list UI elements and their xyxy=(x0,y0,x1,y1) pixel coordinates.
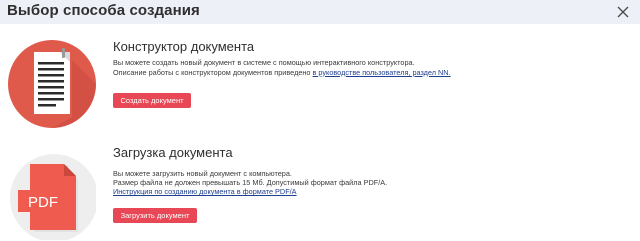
document-icon xyxy=(8,40,96,128)
pdf-label: PDF xyxy=(28,194,58,211)
upload-description: Вы можете загрузить новый документ с ком… xyxy=(113,169,613,197)
constructor-description: Вы можете создать новый документ в систе… xyxy=(113,58,613,77)
constructor-line2: Описание работы с конструктором документ… xyxy=(113,68,613,78)
constructor-line1: Вы можете создать новый документ в систе… xyxy=(113,58,415,67)
user-guide-link[interactable]: в руководстве пользователя, раздел NN. xyxy=(313,68,451,77)
dialog-title: Выбор способа создания xyxy=(7,2,200,19)
upload-title: Загрузка документа xyxy=(113,145,233,160)
pdf-file-icon: PDF xyxy=(8,150,98,241)
upload-line2: Размер файла не должен превышать 15 Мб. … xyxy=(113,178,388,188)
constructor-line2-text: Описание работы с конструктором документ… xyxy=(113,67,313,77)
upload-document-button[interactable]: Загрузить документ xyxy=(113,208,197,223)
dialog-header: Выбор способа создания xyxy=(0,0,640,24)
upload-line1: Вы можете загрузить новый документ с ком… xyxy=(113,169,292,178)
close-icon[interactable] xyxy=(615,4,631,20)
pdfa-instruction-link[interactable]: Инструкция по созданию документа в форма… xyxy=(113,187,297,196)
constructor-title: Конструктор документа xyxy=(113,39,255,54)
create-document-button[interactable]: Создать документ xyxy=(113,93,191,108)
